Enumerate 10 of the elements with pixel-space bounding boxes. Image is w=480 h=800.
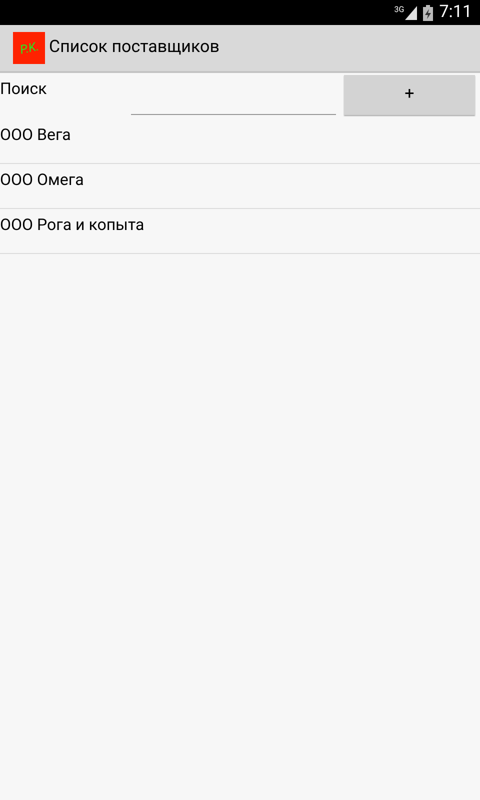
supplier-row[interactable]: ООО Вега — [0, 119, 480, 164]
supplier-row[interactable]: ООО Омега — [0, 164, 480, 209]
add-button[interactable]: + — [344, 75, 475, 115]
clock: 7:11 — [439, 0, 472, 24]
supplier-row[interactable]: ООО Рога и копыта — [0, 209, 480, 254]
signal-icon — [405, 6, 418, 20]
screen-title: Список поставщиков — [49, 36, 220, 60]
battery-icon — [423, 4, 434, 20]
network-type: 3G — [394, 6, 404, 14]
search-label: Поиск — [0, 78, 48, 100]
